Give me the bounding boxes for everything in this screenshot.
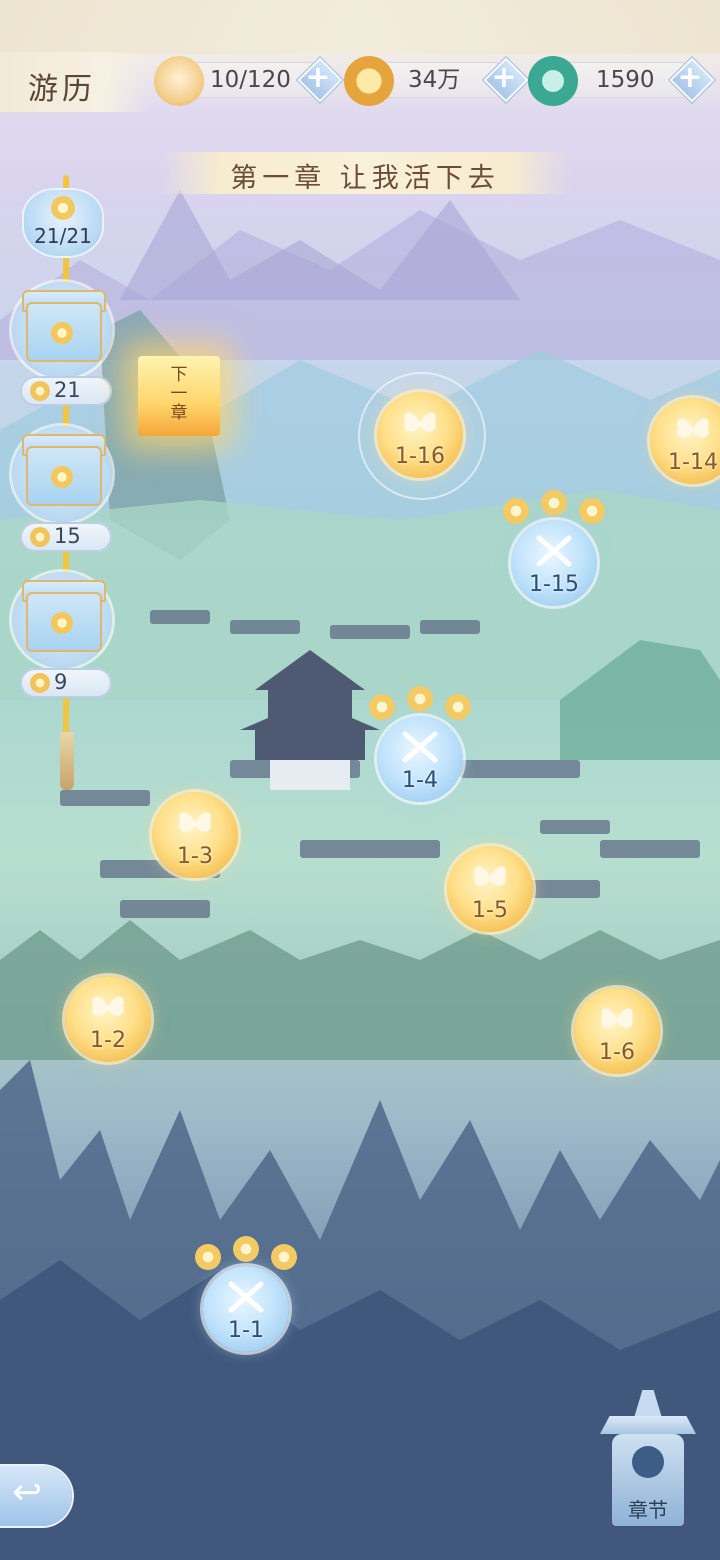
reward-cost-badge: 9 [20,668,112,698]
cat-face-icon [154,56,204,106]
star-progress-value: 21/21 [34,224,92,248]
tassel-decoration [60,732,74,790]
add-stamina-button[interactable]: + [297,57,343,103]
stage-label: 1-15 [529,572,579,597]
stage-node-1-5[interactable]: 1-5 [447,846,533,932]
add-coins-button[interactable]: + [483,57,529,103]
stage-label: 1-4 [402,768,438,793]
jade-value: 1590 [596,67,655,93]
flower-icon [30,673,50,693]
reward-cost-value: 9 [54,670,68,694]
add-jade-button[interactable]: + [669,57,715,103]
flower-icon [51,612,73,634]
page-title: 游历 [28,72,96,107]
crossed-swords-icon [536,535,572,567]
back-button[interactable]: ↩ [0,1466,72,1526]
chapter-title-banner: 第一章 让我活下去 [158,152,572,194]
stage-label: 1-5 [472,898,508,923]
reward-cost-value: 15 [54,524,81,548]
stage-label: 1-6 [599,1040,635,1065]
top-bar: 游历 10/120 + 34万 + 1590 + [0,0,720,112]
stamina-value: 10/120 [210,67,291,93]
next-chapter-label: 下一章 [170,365,188,423]
landscape-background [0,190,720,1560]
reward-cost-badge: 21 [20,376,112,406]
map-scene: 游历 10/120 + 34万 + 1590 + 第一章 让我活下去 21/21 [0,0,720,1560]
flower-icon [51,466,73,488]
butterfly-icon [92,996,124,1016]
stage-label: 1-1 [228,1318,264,1343]
flower-icon [30,381,50,401]
top-strip [0,0,720,54]
coin-value: 34万 [408,67,461,93]
butterfly-icon [677,418,709,438]
flower-icon [30,527,50,547]
stage-node-1-2[interactable]: 1-2 [65,976,151,1062]
butterfly-icon [474,866,506,886]
stage-label: 1-16 [395,444,445,469]
stage-node-1-1[interactable]: 1-1 [195,1236,297,1352]
stage-node-1-14[interactable]: 1-14 [650,398,720,484]
stage-node-1-6[interactable]: 1-6 [574,988,660,1074]
stage-node-1-4[interactable]: 1-4 [369,686,471,802]
reward-cost-badge: 15 [20,522,112,552]
flower-icon [51,322,73,344]
stage-label: 1-3 [177,844,213,869]
reward-chest-15[interactable] [12,426,112,522]
back-arrow-icon: ↩ [12,1472,43,1513]
paw-coin-icon [344,56,394,106]
crossed-swords-icon [228,1281,264,1313]
stage-node-1-3[interactable]: 1-3 [152,792,238,878]
lantern-icon [632,1446,664,1478]
jade-dragon-icon [528,56,578,106]
stage-node-1-16[interactable]: 1-16 [377,392,463,478]
star-progress-lamp: 21/21 [24,190,102,256]
page-title-tab: 游历 [0,52,150,112]
butterfly-icon [601,1008,633,1028]
crossed-swords-icon [402,731,438,763]
flower-icon [51,196,75,220]
reward-chest-21[interactable] [12,282,112,378]
stage-label: 1-2 [90,1028,126,1053]
butterfly-icon [179,812,211,832]
next-chapter-lantern[interactable]: 下一章 [138,356,220,436]
reward-cost-value: 21 [54,378,81,402]
butterfly-icon [404,412,436,432]
stage-node-1-15[interactable]: 1-15 [503,490,605,606]
reward-chest-9[interactable] [12,572,112,668]
chapter-select-button[interactable]: 章节 [598,1390,698,1530]
chapter-button-label: 章节 [628,1498,668,1522]
stage-label: 1-14 [668,450,718,475]
chapter-title: 第一章 让我活下去 [230,163,500,194]
